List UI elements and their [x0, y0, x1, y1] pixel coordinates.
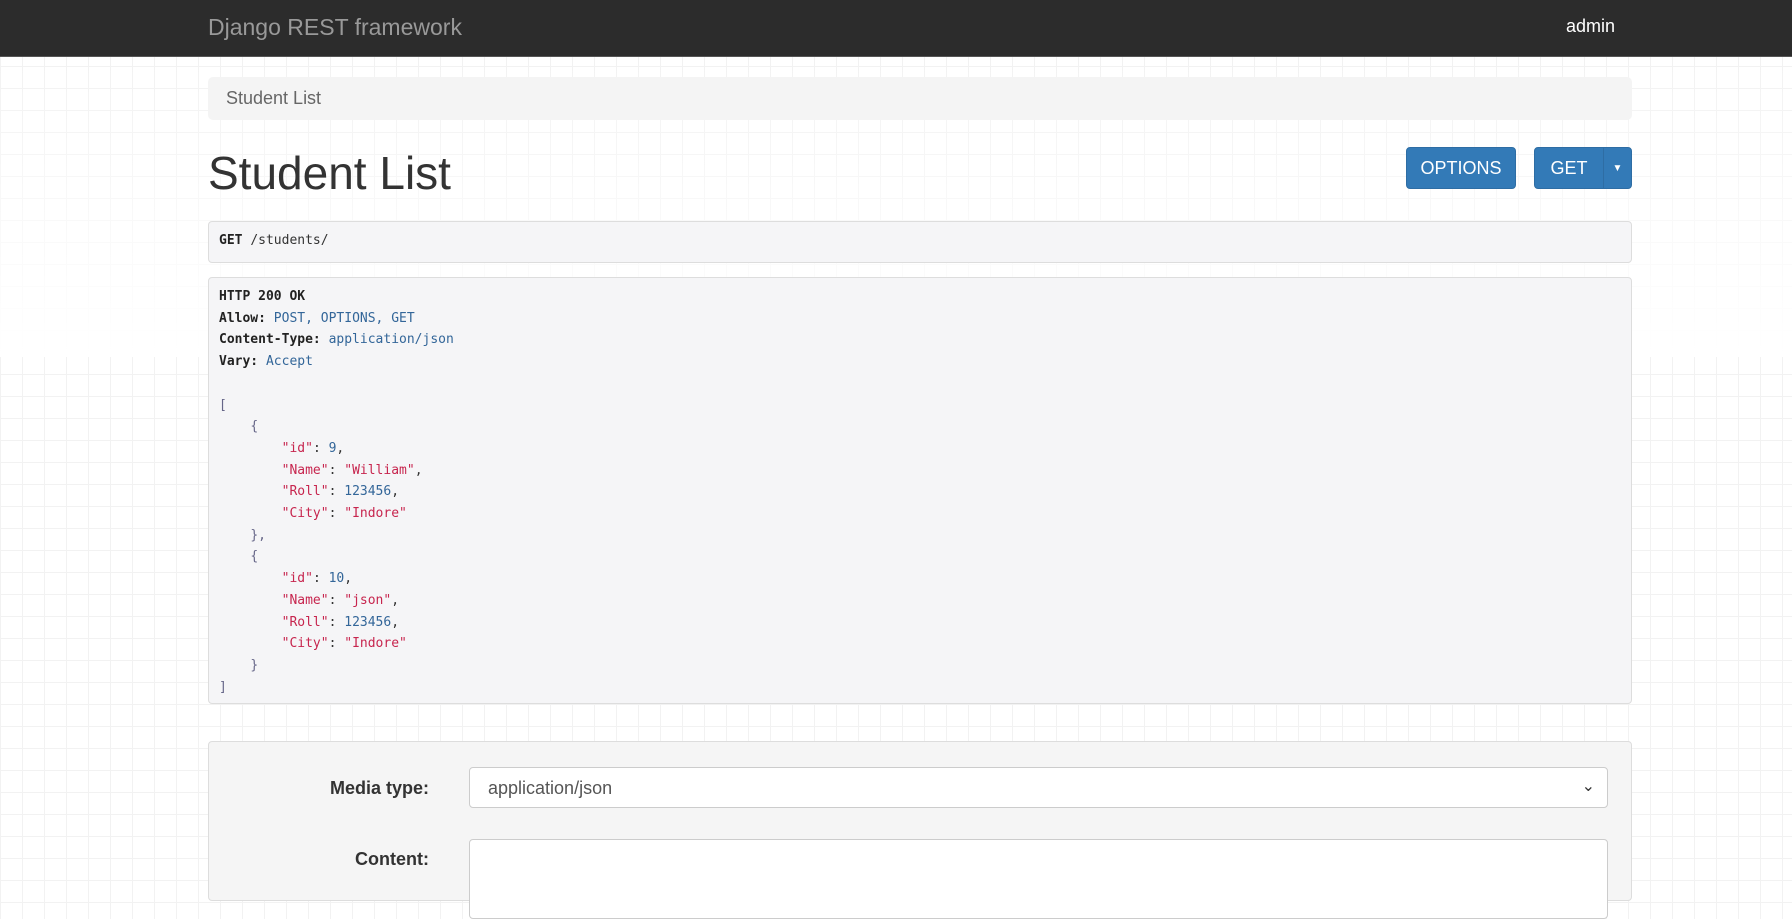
request-method: GET [219, 233, 243, 248]
media-type-value: application/json [488, 778, 613, 798]
header-value: Accept [265, 354, 313, 370]
header-name: Allow: [219, 310, 266, 326]
chevron-down-icon: ⌄ [1581, 778, 1595, 795]
brand-link[interactable]: Django REST framework [208, 14, 462, 41]
breadcrumb: Student List [208, 77, 1632, 120]
response-info: HTTP 200 OK Allow: POST, OPTIONS, GET Co… [208, 277, 1632, 704]
header-name: Vary: [219, 354, 259, 370]
media-type-select[interactable]: application/json ⌄ [469, 767, 1608, 808]
json-value: "Indore" [344, 506, 407, 522]
json-value: "William" [344, 462, 415, 478]
json-value: 123456 [344, 614, 392, 630]
content-textarea[interactable] [469, 839, 1608, 919]
get-format-dropdown[interactable]: ▼ [1603, 147, 1632, 189]
content-label: Content: [355, 849, 429, 869]
json-value: 123456 [344, 484, 392, 500]
response-status: HTTP 200 OK [219, 289, 306, 304]
header-value: application/json [328, 332, 454, 348]
header-value: POST, OPTIONS, GET [273, 310, 415, 326]
request-info: GET /students/ [208, 221, 1632, 263]
media-type-label: Media type: [329, 778, 429, 798]
header-name: Content-Type: [219, 332, 321, 348]
json-value: "Indore" [344, 636, 407, 652]
navbar: Django REST framework admin [0, 0, 1792, 57]
caret-down-icon: ▼ [1612, 162, 1623, 174]
user-menu[interactable]: admin [1566, 16, 1615, 37]
json-value: 9 [328, 440, 337, 456]
request-path: /students/ [250, 233, 329, 248]
breadcrumb-item[interactable]: Student List [226, 88, 321, 108]
page-title: Student List [208, 147, 451, 199]
options-button[interactable]: OPTIONS [1406, 147, 1516, 189]
json-value: "json" [344, 592, 392, 608]
get-button[interactable]: GET [1534, 147, 1604, 189]
json-value: 10 [328, 571, 345, 587]
raw-data-form: Media type: application/json ⌄ Content: [208, 741, 1632, 919]
